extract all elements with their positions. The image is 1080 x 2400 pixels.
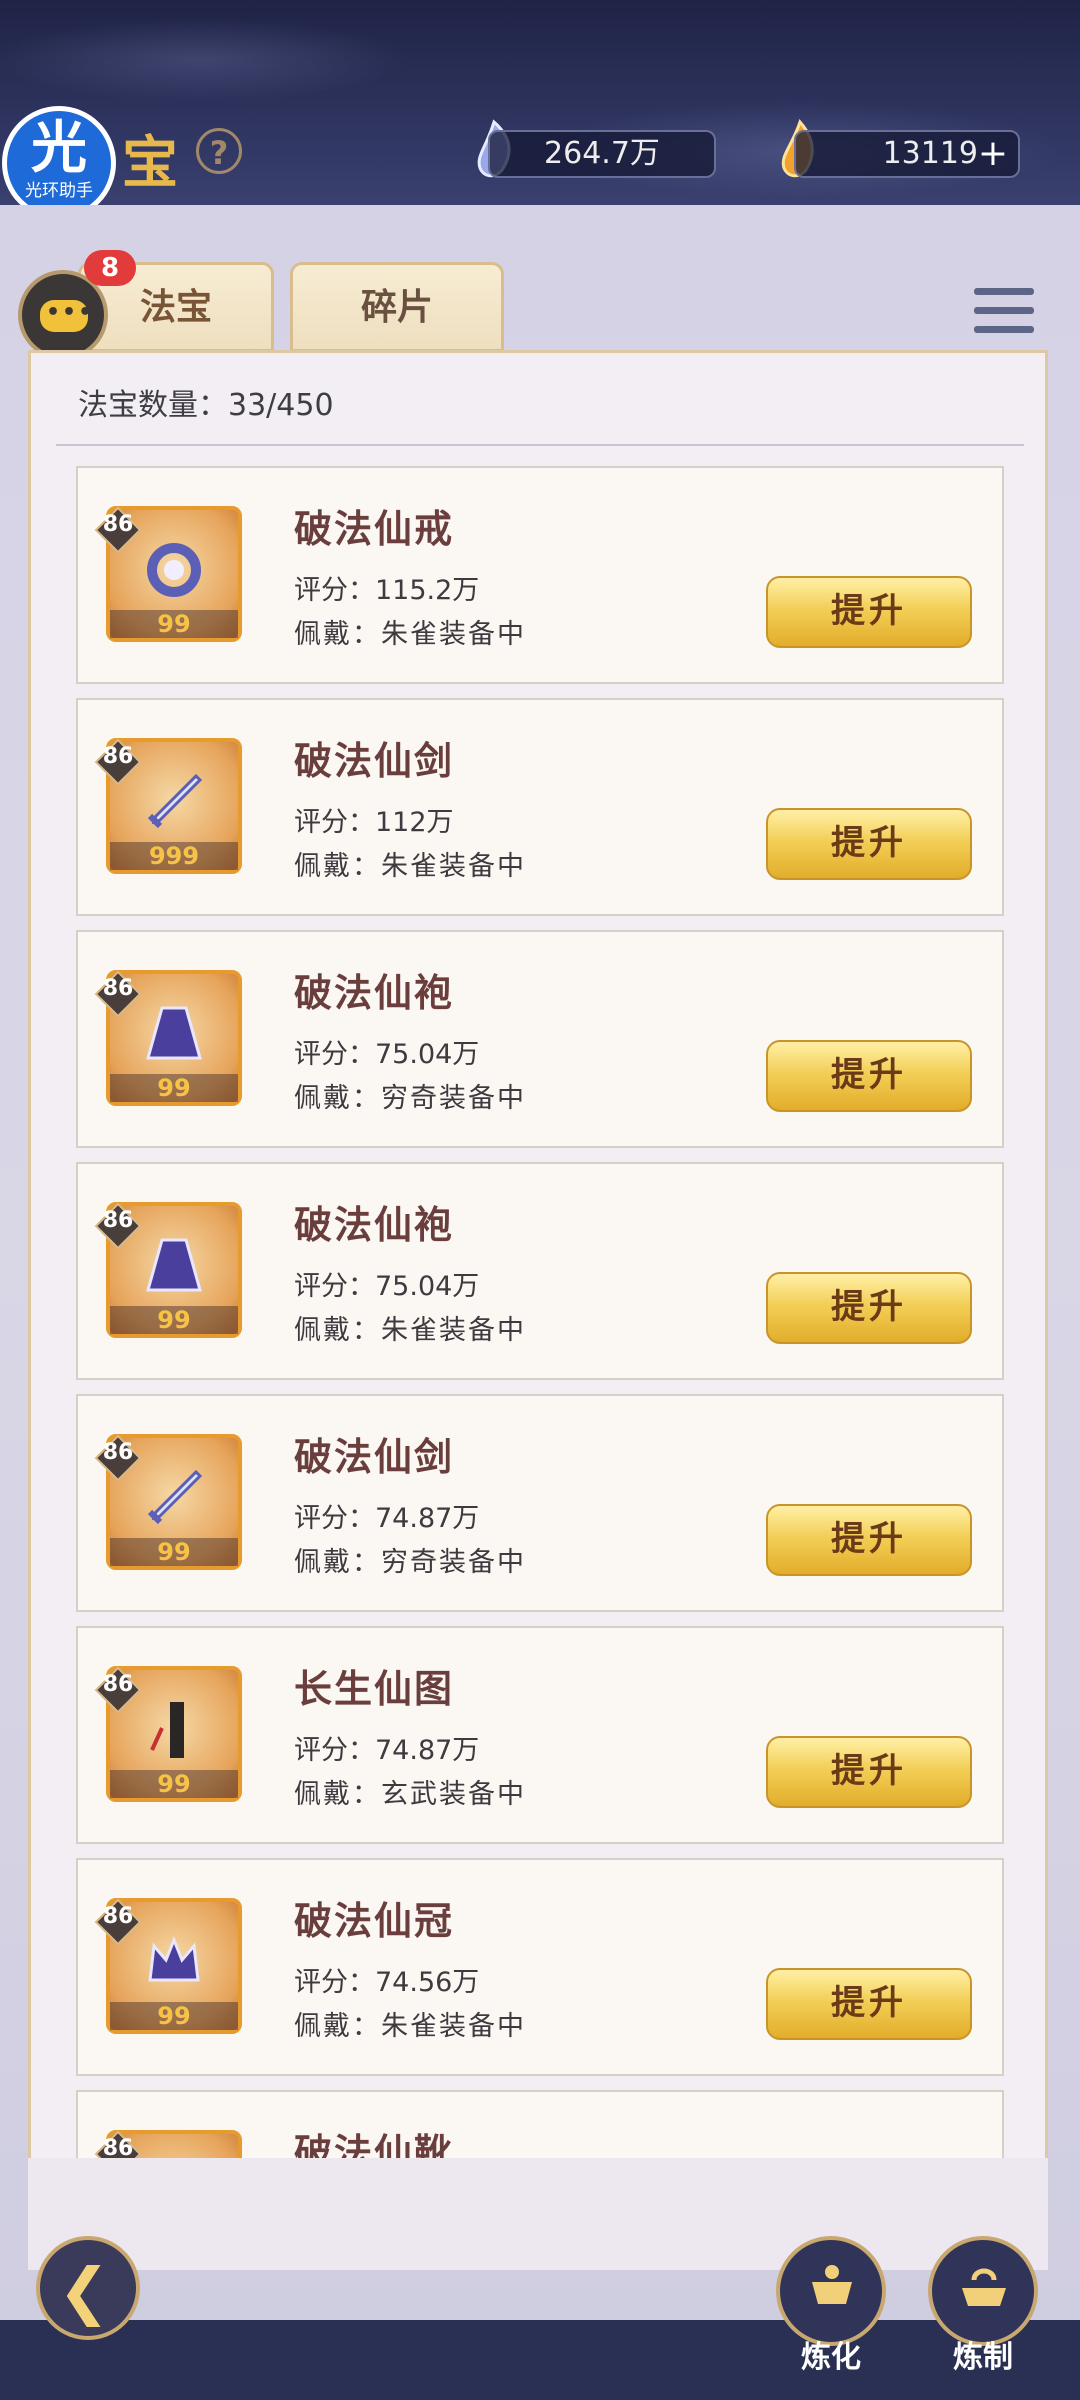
item-equip-status: 佩戴：穷奇装备中 <box>294 1547 526 1578</box>
item-score: 评分：112万 <box>294 807 454 838</box>
refine-button[interactable] <box>776 2236 886 2346</box>
item-score: 评分：75.04万 <box>294 1039 480 1070</box>
item-level: 86 <box>102 512 134 537</box>
item-equip-status: 佩戴：朱雀装备中 <box>294 851 526 882</box>
star-count: 99 <box>110 1770 238 1798</box>
upgrade-button[interactable]: 提升 <box>766 1272 972 1344</box>
treasure-count: 法宝数量：33/450 <box>78 388 334 423</box>
list-item[interactable]: 999 86 破法仙剑 评分：112万 佩戴：朱雀装备中 提升 <box>76 698 1004 916</box>
app-logo-text: 光环助手 <box>25 181 93 201</box>
back-arrow-icon: ❮ <box>58 2254 110 2327</box>
item-level: 86 <box>102 744 134 769</box>
star-count: 999 <box>110 842 238 870</box>
item-name: 长生仙图 <box>294 1666 455 1711</box>
panel-footer <box>28 2158 1048 2270</box>
item-name: 破法仙剑 <box>294 1434 455 1479</box>
bottom-bar <box>0 2320 1080 2400</box>
item-score: 评分：75.04万 <box>294 1271 480 1302</box>
list-item[interactable]: 86 破法仙靴 <box>76 2090 1004 2158</box>
list-item[interactable]: 99 86 破法仙剑 评分：74.87万 佩戴：穷奇装备中 提升 <box>76 1394 1004 1612</box>
item-score: 评分：74.87万 <box>294 1503 480 1534</box>
list-item[interactable]: 99 86 长生仙图 评分：74.87万 佩戴：玄武装备中 提升 <box>76 1626 1004 1844</box>
star-count: 99 <box>110 1538 238 1566</box>
scroll-icon <box>150 1702 184 1758</box>
currency-crystal: 264.7万 <box>488 130 716 178</box>
sword-icon <box>147 1469 203 1525</box>
chat-badge: 8 <box>84 250 136 286</box>
crown-icon <box>148 1935 200 1982</box>
item-equip-status: 佩戴：朱雀装备中 <box>294 619 526 650</box>
app-logo-char: 光 <box>31 116 87 181</box>
item-name: 破法仙袍 <box>294 970 455 1015</box>
item-level: 86 <box>102 976 134 1001</box>
app-logo[interactable]: 光 光环助手 <box>2 106 116 220</box>
plus-icon[interactable]: + <box>978 132 1008 176</box>
item-equip-status: 佩戴：朱雀装备中 <box>294 1315 526 1346</box>
robe-icon <box>146 1238 202 1292</box>
item-name: 破法仙袍 <box>294 1202 455 1247</box>
list-item[interactable]: 99 86 破法仙冠 评分：74.56万 佩戴：朱雀装备中 提升 <box>76 1858 1004 2076</box>
list-item[interactable]: 99 86 破法仙戒 评分：115.2万 佩戴：朱雀装备中 提升 <box>76 466 1004 684</box>
star-count: 99 <box>110 1074 238 1102</box>
refine-label: 炼化 <box>801 2340 861 2375</box>
treasure-list[interactable]: 99 86 破法仙戒 评分：115.2万 佩戴：朱雀装备中 提升 999 86 … <box>0 458 1080 2158</box>
item-name: 破法仙戒 <box>294 506 455 551</box>
upgrade-button[interactable]: 提升 <box>766 808 972 880</box>
upgrade-button[interactable]: 提升 <box>766 1040 972 1112</box>
item-score: 评分：74.87万 <box>294 1735 480 1766</box>
tab-suipian[interactable]: 碎片 <box>290 262 504 352</box>
star-count: 99 <box>110 2002 238 2030</box>
ring-icon <box>147 543 201 597</box>
list-menu-icon[interactable] <box>974 288 1034 334</box>
item-name: 破法仙靴 <box>294 2130 455 2158</box>
upgrade-button[interactable]: 提升 <box>766 576 972 648</box>
item-score: 评分：74.56万 <box>294 1967 480 1998</box>
currency-gold[interactable]: 13119 + <box>794 130 1020 178</box>
item-equip-status: 佩戴：玄武装备中 <box>294 1779 526 1810</box>
item-equip-status: 佩戴：朱雀装备中 <box>294 2011 526 2042</box>
cauldron-icon <box>812 2265 852 2304</box>
help-icon[interactable]: ? <box>196 128 242 174</box>
item-level: 86 <box>102 1208 134 1233</box>
list-item[interactable]: 99 86 破法仙袍 评分：75.04万 佩戴：朱雀装备中 提升 <box>76 1162 1004 1380</box>
star-count: 99 <box>110 610 238 638</box>
star-count: 99 <box>110 1306 238 1334</box>
robe-icon <box>146 1006 202 1060</box>
craft-button[interactable] <box>928 2236 1038 2346</box>
item-level: 86 <box>102 1672 134 1697</box>
furnace-icon <box>962 2268 1006 2306</box>
item-score: 评分：115.2万 <box>294 575 480 606</box>
upgrade-button[interactable]: 提升 <box>766 1504 972 1576</box>
list-item[interactable]: 99 86 破法仙袍 评分：75.04万 佩戴：穷奇装备中 提升 <box>76 930 1004 1148</box>
currency-crystal-value: 264.7万 <box>544 136 660 171</box>
craft-label: 炼制 <box>953 2340 1013 2375</box>
item-name: 破法仙冠 <box>294 1898 455 1943</box>
item-level: 86 <box>102 1440 134 1465</box>
item-level: 86 <box>102 1904 134 1929</box>
item-name: 破法仙剑 <box>294 738 455 783</box>
sword-icon <box>147 773 203 829</box>
currency-gold-value: 13119 <box>882 136 978 171</box>
upgrade-button[interactable]: 提升 <box>766 1736 972 1808</box>
chat-dots: ••• <box>46 300 95 325</box>
divider <box>56 444 1024 446</box>
upgrade-button[interactable]: 提升 <box>766 1968 972 2040</box>
page-title: 宝 <box>122 130 178 196</box>
back-button[interactable]: ❮ <box>36 2236 140 2340</box>
item-equip-status: 佩戴：穷奇装备中 <box>294 1083 526 1114</box>
item-level: 86 <box>102 2136 134 2158</box>
